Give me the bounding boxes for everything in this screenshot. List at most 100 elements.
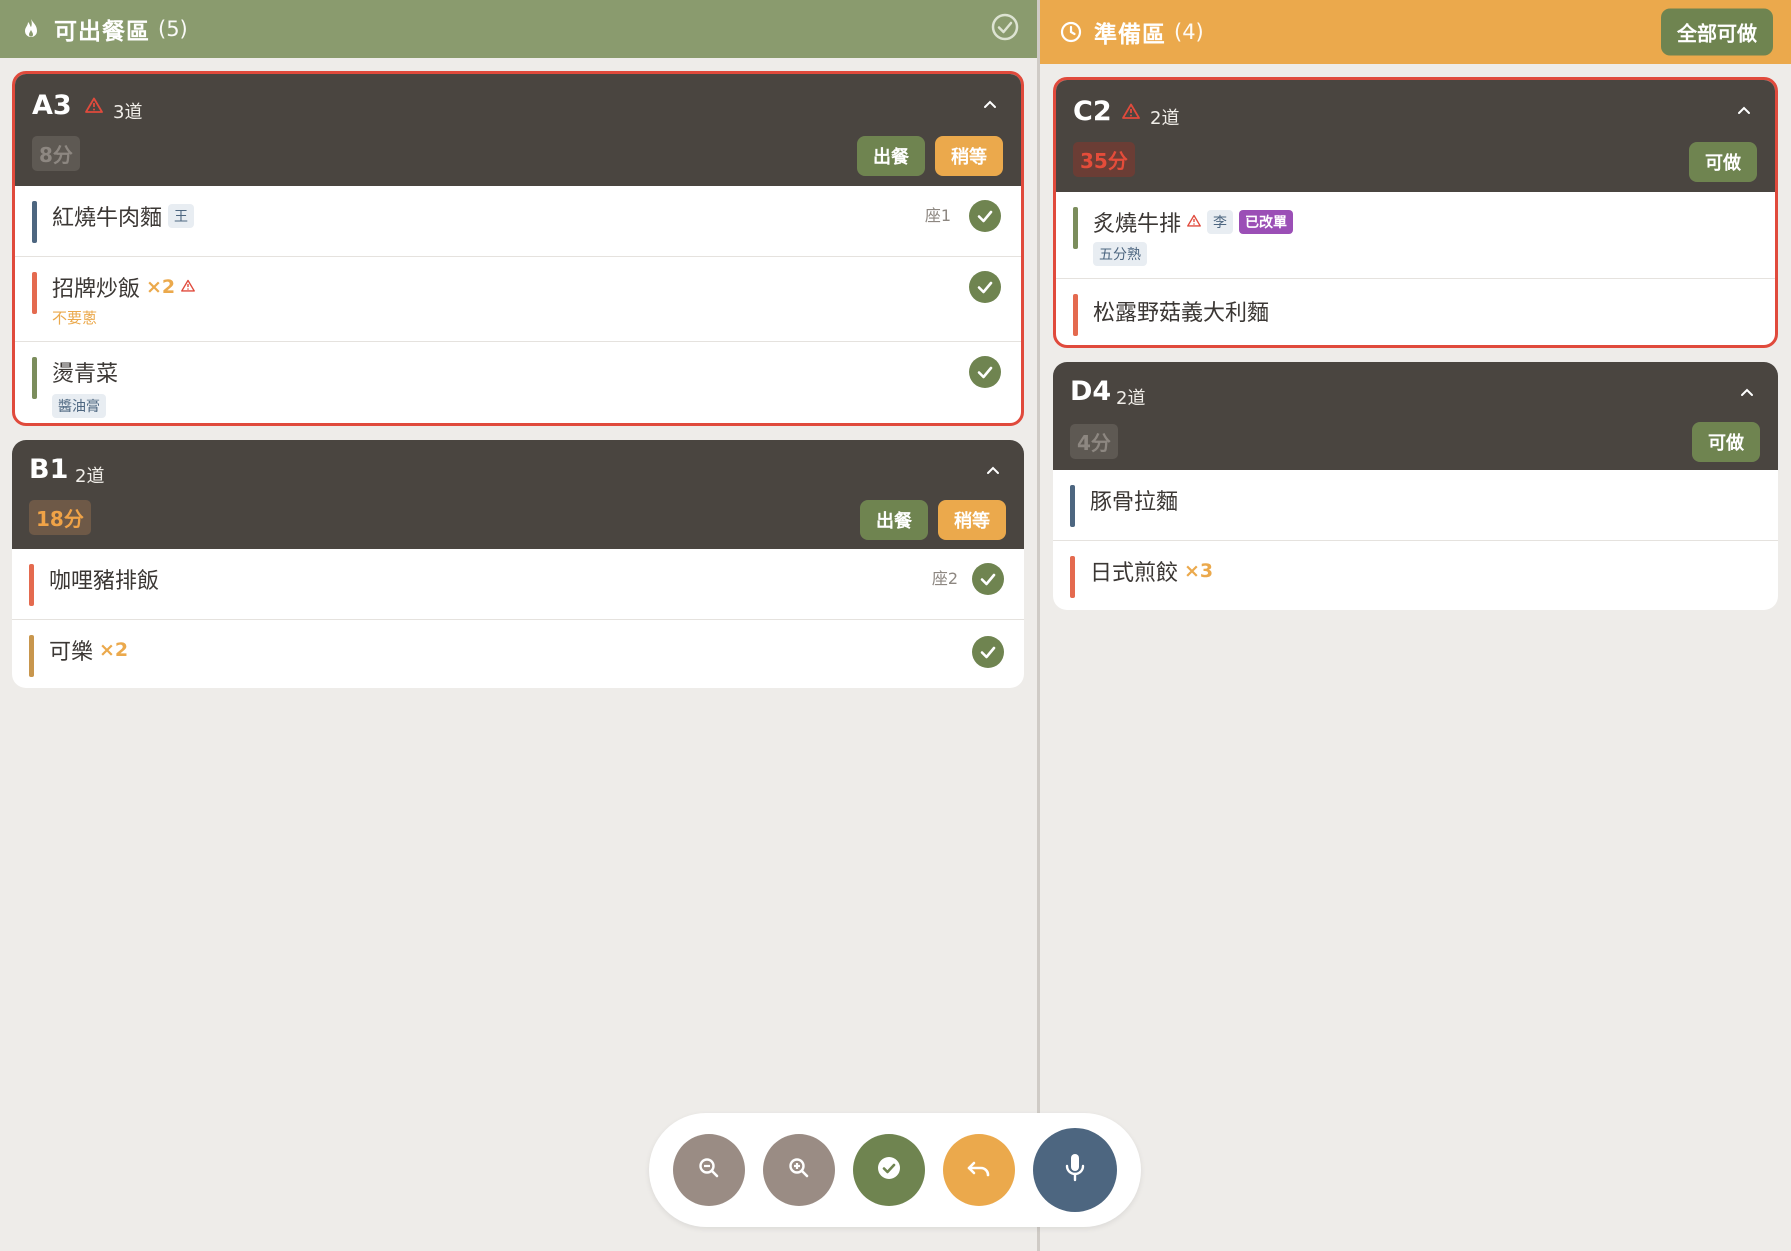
order-item[interactable]: 燙青菜 醬油膏 xyxy=(15,341,1021,423)
wait-button[interactable]: 稍等 xyxy=(938,500,1006,540)
quantity: ×2 xyxy=(146,276,176,298)
chevron-up-icon[interactable] xyxy=(983,96,997,110)
item-name-text: 炙燒牛排 xyxy=(1093,212,1182,237)
elapsed-time-badge: 4分 xyxy=(1070,424,1118,459)
item-name-text: 燙青菜 xyxy=(52,362,119,387)
item-color-bar xyxy=(29,635,34,677)
order-card-d4: D4 2道 4分 可做 豚骨拉麵 日式煎餃 ×3 xyxy=(1053,362,1778,610)
warning-icon xyxy=(181,279,196,296)
table-number: C2 xyxy=(1073,96,1112,127)
quantity: ×2 xyxy=(99,639,129,661)
item-name-text: 招牌炒飯 xyxy=(52,277,141,302)
order-card-header: A3 3道 8分 出餐 稍等 xyxy=(15,74,1021,186)
undo-icon xyxy=(966,1157,992,1183)
check-circle-icon xyxy=(876,1155,902,1185)
dish-count: 2道 xyxy=(75,466,105,487)
item-name: 日式煎餃 ×3 xyxy=(1090,555,1213,587)
complete-all-button[interactable] xyxy=(853,1134,925,1206)
item-name: 咖哩豬排飯 xyxy=(49,563,159,595)
prep-header: 準備區 (4) 全部可做 xyxy=(1040,0,1791,64)
item-name: 松露野菇義大利麵 xyxy=(1093,295,1269,327)
table-number: A3 xyxy=(32,90,72,121)
item-name: 豚骨拉麵 xyxy=(1090,484,1178,516)
modifier-tag: 醬油膏 xyxy=(52,394,106,418)
zoom-in-button[interactable] xyxy=(763,1134,835,1206)
check-icon[interactable] xyxy=(969,356,1001,388)
clock-icon xyxy=(1060,21,1082,43)
check-circle-icon[interactable] xyxy=(991,13,1019,45)
quantity: ×3 xyxy=(1184,560,1214,582)
ready-column: 可出餐區 (5) A3 3道 8分 出餐 稍等 紅燒牛肉麵 王 座1 招牌炒飯 … xyxy=(0,0,1037,1251)
check-icon[interactable] xyxy=(969,200,1001,232)
prep-count: (4) xyxy=(1174,20,1204,44)
microphone-button[interactable] xyxy=(1033,1128,1117,1212)
item-name: 可樂 ×2 xyxy=(49,634,128,666)
elapsed-time-badge: 18分 xyxy=(29,500,91,535)
zoom-out-icon xyxy=(697,1156,721,1184)
check-icon[interactable] xyxy=(972,563,1004,595)
warning-icon xyxy=(85,97,103,117)
item-name-text: 紅燒牛肉麵 xyxy=(52,206,163,231)
order-item[interactable]: 日式煎餃 ×3 xyxy=(1053,540,1778,610)
order-item[interactable]: 紅燒牛肉麵 王 座1 xyxy=(15,186,1021,256)
item-name-text: 松露野菇義大利麵 xyxy=(1093,301,1270,326)
zoom-out-button[interactable] xyxy=(673,1134,745,1206)
warning-icon xyxy=(1187,214,1201,231)
modified-badge: 已改單 xyxy=(1239,210,1294,234)
item-name: 招牌炒飯 ×2 xyxy=(52,271,196,303)
item-color-bar xyxy=(32,357,37,399)
order-card-a3: A3 3道 8分 出餐 稍等 紅燒牛肉麵 王 座1 招牌炒飯 ×2 不要蔥 燙青… xyxy=(12,71,1024,426)
wait-button[interactable]: 稍等 xyxy=(935,136,1003,176)
order-item[interactable]: 招牌炒飯 ×2 不要蔥 xyxy=(15,256,1021,341)
order-card-b1: B1 2道 18分 出餐 稍等 咖哩豬排飯 座2 可樂 ×2 xyxy=(12,440,1024,688)
prep-title: 準備區 xyxy=(1094,22,1166,48)
ready-button[interactable]: 可做 xyxy=(1689,142,1757,182)
order-item[interactable]: 炙燒牛排 李 已改單 五分熟 xyxy=(1056,192,1775,278)
item-color-bar xyxy=(1073,294,1078,336)
order-card-header: C2 2道 35分 可做 xyxy=(1056,80,1775,192)
item-color-bar xyxy=(32,201,37,243)
dish-count: 2道 xyxy=(1116,388,1146,409)
chevron-up-icon[interactable] xyxy=(1740,384,1754,398)
order-item[interactable]: 可樂 ×2 xyxy=(12,619,1024,688)
table-number: B1 xyxy=(29,454,69,485)
check-icon[interactable] xyxy=(969,271,1001,303)
card-actions: 可做 xyxy=(1692,422,1760,462)
item-name: 炙燒牛排 李 已改單 xyxy=(1093,206,1294,238)
ready-title: 可出餐區 xyxy=(54,19,150,45)
table-number: D4 xyxy=(1070,376,1112,407)
order-card-header: B1 2道 18分 出餐 稍等 xyxy=(12,440,1024,549)
ready-count: (5) xyxy=(158,17,188,41)
chevron-up-icon[interactable] xyxy=(986,462,1000,476)
elapsed-time-badge: 8分 xyxy=(32,136,80,171)
modifier-tag: 五分熟 xyxy=(1093,242,1147,266)
order-card-header: D4 2道 4分 可做 xyxy=(1053,362,1778,470)
item-name: 燙青菜 xyxy=(52,356,118,388)
all-ready-button[interactable]: 全部可做 xyxy=(1661,8,1773,56)
serve-button[interactable]: 出餐 xyxy=(860,500,928,540)
microphone-icon xyxy=(1063,1152,1087,1188)
item-name-text: 咖哩豬排飯 xyxy=(49,569,160,594)
item-name-text: 日式煎餃 xyxy=(1090,561,1179,586)
card-actions: 可做 xyxy=(1689,142,1757,182)
item-note: 不要蔥 xyxy=(52,309,98,327)
chevron-up-icon[interactable] xyxy=(1737,102,1751,116)
ready-button[interactable]: 可做 xyxy=(1692,422,1760,462)
item-name-text: 可樂 xyxy=(49,640,94,665)
ready-header: 可出餐區 (5) xyxy=(0,0,1037,58)
order-item[interactable]: 豚骨拉麵 xyxy=(1053,470,1778,540)
cook-tag: 王 xyxy=(168,204,195,228)
floating-toolbar xyxy=(649,1113,1141,1227)
item-name: 紅燒牛肉麵 王 xyxy=(52,200,195,232)
cook-tag: 李 xyxy=(1207,210,1234,234)
dish-count: 2道 xyxy=(1150,108,1180,129)
order-item[interactable]: 咖哩豬排飯 座2 xyxy=(12,549,1024,619)
check-icon[interactable] xyxy=(972,636,1004,668)
item-list: 紅燒牛肉麵 王 座1 招牌炒飯 ×2 不要蔥 燙青菜 醬油膏 xyxy=(15,186,1021,423)
flame-icon xyxy=(20,18,42,40)
serve-button[interactable]: 出餐 xyxy=(857,136,925,176)
order-item[interactable]: 松露野菇義大利麵 xyxy=(1056,278,1775,345)
item-color-bar xyxy=(29,564,34,606)
zoom-in-icon xyxy=(787,1156,811,1184)
undo-button[interactable] xyxy=(943,1134,1015,1206)
